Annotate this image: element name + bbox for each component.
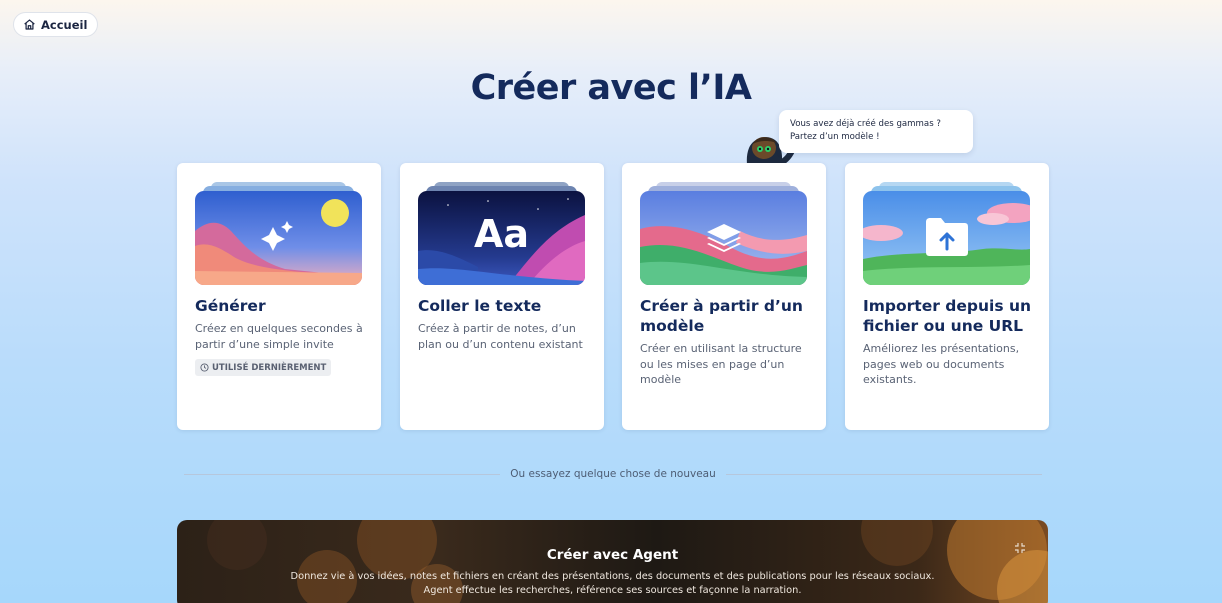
card-paste-title: Coller le texte bbox=[418, 297, 542, 315]
agent-desc-line-1: Donnez vie à vos idées, notes et fichier… bbox=[290, 571, 935, 582]
card-paste-desc: Créez à partir de notes, d’un plan ou d’… bbox=[418, 322, 583, 351]
agent-banner[interactable]: Créer avec Agent Donnez vie à vos idées,… bbox=[177, 520, 1048, 603]
generate-thumbnail bbox=[195, 182, 362, 286]
card-generate-title: Générer bbox=[195, 297, 266, 315]
card-template-desc: Créer en utilisant la structure ou les m… bbox=[640, 342, 802, 386]
layers-icon bbox=[707, 224, 741, 252]
template-thumbnail bbox=[640, 182, 807, 286]
agent-desc-line-2: Agent effectue les recherches, référence… bbox=[423, 584, 802, 596]
card-paste-text[interactable]: Aa Coller le texte Créez à partir de not… bbox=[400, 163, 604, 430]
clock-icon bbox=[200, 363, 209, 372]
tip-line-1: Vous avez déjà créé des gammas ? bbox=[790, 119, 941, 129]
card-import-desc: Améliorez les présentations, pages web o… bbox=[863, 342, 1020, 386]
upload-folder-icon bbox=[926, 218, 968, 256]
creation-options: Générer Créez en quelques secondes à par… bbox=[177, 163, 1049, 430]
card-template[interactable]: Créer à partir d’un modèle Créer en util… bbox=[622, 163, 826, 430]
import-thumbnail bbox=[863, 182, 1030, 286]
paste-thumbnail: Aa bbox=[418, 182, 585, 286]
card-template-title: Créer à partir d’un modèle bbox=[640, 297, 803, 335]
divider-text: Ou essayez quelque chose de nouveau bbox=[510, 468, 716, 480]
card-generate-desc: Créez en quelques secondes à partir d’un… bbox=[195, 322, 363, 351]
divider-line-right bbox=[725, 473, 1043, 475]
tip-line-2: Partez d’un modèle ! bbox=[790, 131, 880, 142]
agent-title: Créer avec Agent bbox=[546, 547, 679, 563]
divider-line-left bbox=[184, 473, 501, 475]
card-generate[interactable]: Générer Créez en quelques secondes à par… bbox=[177, 163, 381, 430]
text-aa-icon: Aa bbox=[473, 212, 530, 256]
card-import-title: Importer depuis un fichier ou une URL bbox=[863, 297, 1032, 335]
card-import[interactable]: Importer depuis un fichier ou une URL Am… bbox=[845, 163, 1049, 430]
home-label: Accueil bbox=[41, 17, 88, 32]
template-tip-bubble: Vous avez déjà créé des gammas ? Partez … bbox=[779, 110, 973, 153]
divider: Ou essayez quelque chose de nouveau bbox=[184, 466, 1043, 482]
page-title: Créer avec l’IA bbox=[470, 68, 752, 108]
agent-description: Donnez vie à vos idées, notes et fichier… bbox=[177, 570, 1048, 597]
badge-label: UTILISÉ DERNIÈREMENT bbox=[212, 362, 327, 373]
home-button[interactable]: Accueil bbox=[13, 12, 99, 37]
collapse-icon[interactable] bbox=[1014, 542, 1026, 554]
home-icon bbox=[24, 19, 35, 30]
recently-used-badge: UTILISÉ DERNIÈREMENT bbox=[195, 359, 332, 376]
